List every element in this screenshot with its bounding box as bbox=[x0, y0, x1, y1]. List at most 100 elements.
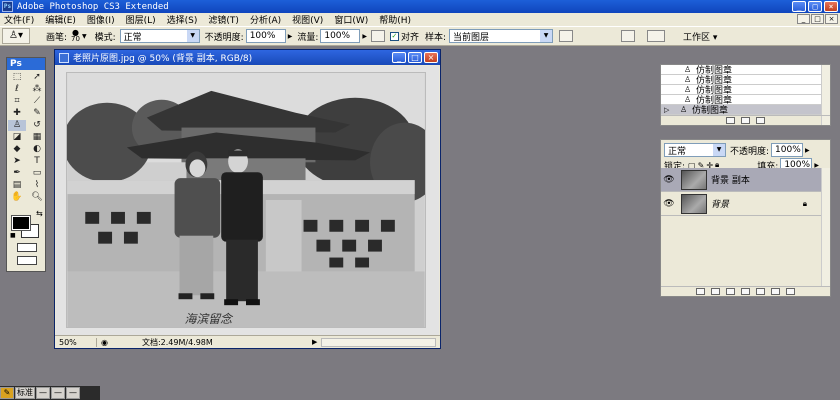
doc-maximize-button[interactable]: □ bbox=[408, 52, 422, 63]
mdi-minimize-button[interactable]: _ bbox=[797, 14, 810, 24]
path-selection-tool-icon[interactable]: ➤ bbox=[8, 156, 26, 167]
flow-input[interactable]: 100% bbox=[320, 29, 361, 43]
magic-wand-tool-icon[interactable]: ⁂ bbox=[28, 84, 46, 95]
input-mode-button[interactable]: 标准 bbox=[15, 387, 35, 399]
flow-slider-button[interactable]: ▶ bbox=[362, 33, 367, 40]
menu-select[interactable]: 选择(S) bbox=[163, 13, 205, 26]
blend-mode-select[interactable]: 正常 ▼ bbox=[664, 143, 726, 157]
zoom-tool-icon[interactable]: 🔍︎ bbox=[28, 192, 46, 203]
layer-style-icon[interactable] bbox=[711, 288, 720, 295]
mode-select[interactable]: 正常 ▼ bbox=[119, 29, 200, 43]
layers-panel: 正常 ▼ 不透明度: 100% ▶ 锁定: ▢ ✎ ✛ 🔒︎ 填充: 100% … bbox=[660, 139, 831, 297]
new-snapshot-icon[interactable] bbox=[741, 117, 750, 124]
tools-panel: Ps ⬚ ➚ ℓ ⁂ ⌗ ⟋ ✚ ✎ ♙ ↺ ◪ ▦ ◆ ◐ ➤ T ✒ ▭ ▤… bbox=[6, 57, 46, 272]
mdi-close-button[interactable]: × bbox=[825, 14, 838, 24]
eraser-tool-icon[interactable]: ◪ bbox=[8, 132, 26, 143]
menu-help[interactable]: 帮助(H) bbox=[375, 13, 418, 26]
menu-image[interactable]: 图像(I) bbox=[83, 13, 122, 26]
tools-panel-header[interactable]: Ps bbox=[7, 58, 45, 70]
opacity-slider-button[interactable]: ▶ bbox=[288, 33, 293, 40]
new-group-icon[interactable] bbox=[756, 288, 765, 295]
minimize-button[interactable]: _ bbox=[792, 1, 806, 12]
mdi-restore-button[interactable]: □ bbox=[811, 14, 824, 24]
doc-minimize-button[interactable]: _ bbox=[392, 52, 406, 63]
new-layer-icon[interactable] bbox=[771, 288, 780, 295]
airbrush-icon[interactable] bbox=[370, 30, 385, 42]
adjustment-layer-icon[interactable] bbox=[741, 288, 750, 295]
sample-select[interactable]: 当前图层 ▼ bbox=[449, 29, 554, 43]
maximize-button[interactable]: □ bbox=[808, 1, 822, 12]
gradient-tool-icon[interactable]: ▦ bbox=[28, 132, 46, 143]
workspace-menu[interactable]: 工作区 ▾ bbox=[683, 30, 717, 43]
layer-row-background[interactable]: 👁︎ 背景 🔒︎ bbox=[661, 192, 821, 216]
menu-window[interactable]: 窗口(W) bbox=[330, 13, 375, 26]
lasso-tool-icon[interactable]: ℓ bbox=[8, 84, 26, 95]
notes-tool-icon[interactable]: ▤ bbox=[8, 180, 26, 191]
screen-mode-button[interactable] bbox=[17, 256, 37, 265]
history-item-current[interactable]: ▷ ♙ 仿制图章 bbox=[661, 105, 830, 116]
hand-tool-icon[interactable]: ✋ bbox=[8, 192, 26, 203]
brush-picker[interactable]: ● 70 bbox=[71, 29, 80, 43]
history-item[interactable]: ♙ 仿制图章 bbox=[661, 85, 830, 96]
link-layers-icon[interactable] bbox=[696, 288, 705, 295]
opacity-input[interactable]: 100% bbox=[245, 29, 286, 43]
history-item[interactable]: ♙ 仿制图章 bbox=[661, 75, 830, 86]
document-window: 老照片原图.jpg @ 50% (背景 副本, RGB/8) _ □ × 海滨留… bbox=[54, 49, 441, 349]
move-tool-icon[interactable]: ➚ bbox=[28, 72, 46, 83]
aligned-checkbox[interactable]: ✓ bbox=[389, 31, 399, 41]
menu-analysis[interactable]: 分析(A) bbox=[246, 13, 288, 26]
history-item[interactable]: ♙ 仿制图章 bbox=[661, 65, 830, 76]
document-title-bar[interactable]: 老照片原图.jpg @ 50% (背景 副本, RGB/8) _ □ × bbox=[55, 50, 440, 65]
layer-opacity-input[interactable]: 100% bbox=[771, 143, 804, 157]
eyedropper-tool-icon[interactable]: ⌇ bbox=[28, 180, 46, 191]
slice-tool-icon[interactable]: ⟋ bbox=[28, 96, 46, 107]
delete-layer-icon[interactable] bbox=[786, 288, 795, 295]
menu-view[interactable]: 视图(V) bbox=[288, 13, 330, 26]
taskbar-button[interactable]: — bbox=[36, 387, 50, 399]
bridge-icon[interactable] bbox=[647, 30, 666, 42]
layer-opacity-slider-button[interactable]: ▶ bbox=[805, 147, 810, 154]
dodge-tool-icon[interactable]: ◐ bbox=[28, 144, 46, 155]
aligned-label: 对齐 bbox=[400, 32, 419, 43]
eye-icon[interactable]: 👁︎ bbox=[661, 199, 677, 209]
marquee-tool-icon[interactable]: ⬚ bbox=[8, 72, 26, 83]
menu-layer[interactable]: 图层(L) bbox=[122, 13, 163, 26]
taskbar-button[interactable]: — bbox=[66, 387, 80, 399]
taskbar-button[interactable]: — bbox=[51, 387, 65, 399]
crop-tool-icon[interactable]: ⌗ bbox=[8, 96, 26, 107]
status-menu-icon[interactable]: ◉ bbox=[101, 338, 108, 347]
shape-tool-icon[interactable]: ▭ bbox=[28, 168, 46, 179]
status-arrow-icon[interactable]: ▶ bbox=[312, 338, 317, 346]
menu-edit[interactable]: 编辑(E) bbox=[41, 13, 83, 26]
foreground-color-swatch[interactable] bbox=[11, 215, 31, 231]
default-colors-icon[interactable]: ■ bbox=[10, 232, 16, 239]
menu-file[interactable]: 文件(F) bbox=[0, 13, 41, 26]
trash-icon[interactable] bbox=[756, 117, 765, 124]
doc-close-button[interactable]: × bbox=[424, 52, 438, 63]
eye-icon[interactable]: 👁︎ bbox=[661, 175, 677, 185]
pen-tool-icon[interactable]: ✒ bbox=[8, 168, 26, 179]
layers-scrollbar[interactable] bbox=[821, 168, 830, 286]
zoom-level[interactable]: 50% bbox=[55, 337, 97, 347]
new-document-from-state-icon[interactable] bbox=[726, 117, 735, 124]
close-button[interactable]: × bbox=[824, 1, 838, 12]
type-tool-icon[interactable]: T bbox=[28, 156, 46, 167]
swap-colors-icon[interactable]: ⇆ bbox=[36, 209, 43, 218]
clone-stamp-tool-icon[interactable]: ♙ bbox=[8, 120, 26, 131]
history-brush-tool-icon[interactable]: ↺ bbox=[28, 120, 46, 131]
document-canvas[interactable]: 海滨留念 bbox=[56, 66, 439, 336]
blur-tool-icon[interactable]: ◆ bbox=[8, 144, 26, 155]
history-item[interactable]: ♙ 仿制图章 bbox=[661, 95, 830, 106]
brush-dropdown-icon[interactable]: ▼ bbox=[82, 33, 87, 40]
layer-mask-icon[interactable] bbox=[726, 288, 735, 295]
healing-brush-tool-icon[interactable]: ✚ bbox=[8, 108, 26, 119]
menu-filter[interactable]: 滤镜(T) bbox=[204, 13, 246, 26]
palette-well-icon[interactable] bbox=[621, 30, 636, 42]
horizontal-scrollbar[interactable] bbox=[321, 337, 436, 347]
clone-stamp-tool-preset[interactable]: ♙▾ bbox=[2, 28, 30, 44]
ignore-adjustment-layers-icon[interactable] bbox=[559, 30, 574, 42]
brush-tool-icon[interactable]: ✎ bbox=[28, 108, 46, 119]
quick-mask-button[interactable] bbox=[17, 243, 37, 252]
input-method-icon[interactable]: ✎ bbox=[0, 387, 14, 399]
layer-row-background-copy[interactable]: 👁︎ 背景 副本 bbox=[661, 168, 821, 192]
